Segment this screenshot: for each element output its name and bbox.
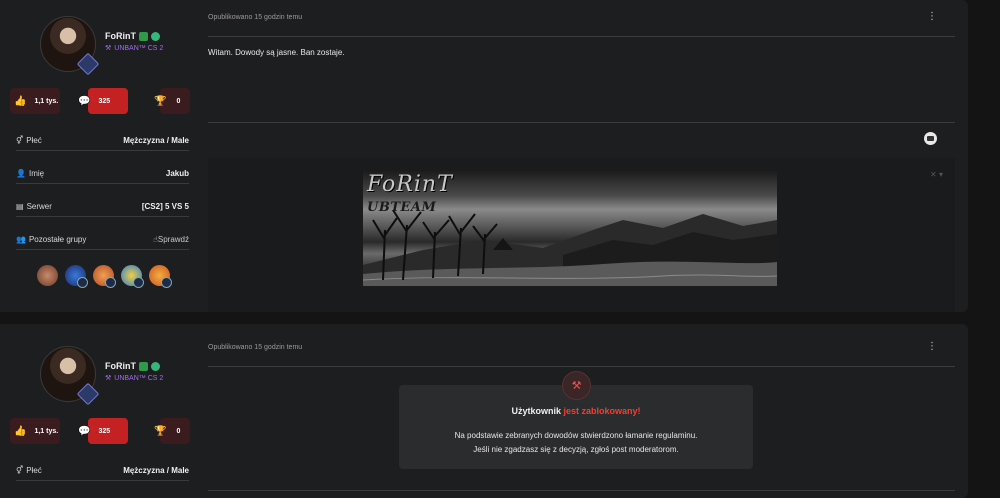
more-options-icon[interactable]: ⋮	[927, 342, 937, 352]
achievement-badge[interactable]	[93, 265, 116, 288]
group-name: UNBAN™ CS 2	[114, 374, 164, 382]
author-sidebar: FoRinT ⚒ UNBAN™ CS 2 👍 1,1 tys. 💬 325 🏆 …	[0, 324, 196, 498]
divider	[208, 366, 955, 367]
trophy-count: 0	[176, 427, 181, 435]
close-signature-icon[interactable]: ✕ ▾	[930, 170, 943, 179]
check-groups-label[interactable]: Sprawdź	[158, 235, 189, 244]
ban-title: Użytkownik jest zablokowany!	[399, 406, 753, 416]
trophy-stat[interactable]: 🏆 0	[154, 88, 190, 114]
server-icon: ▤	[16, 201, 24, 211]
gender-icon: ⚥	[16, 135, 24, 145]
likes-count: 1,1 tys.	[34, 97, 59, 105]
hammer-icon: ⚒	[105, 375, 112, 382]
signature: ✕ ▾ FoRinT UBTEAM	[208, 158, 955, 312]
post: FoRinT ⚒ UNBAN™ CS 2 👍 1,1 tys. 💬 325 🏆 …	[0, 0, 968, 312]
gender-icon: ⚥	[16, 465, 24, 475]
profile-field-groups: 👥 Pozostałe grupy ☝Sprawdź	[16, 229, 189, 250]
comments-icon: 💬	[78, 425, 91, 437]
field-value: [CS2] 5 VS 5	[141, 201, 189, 211]
ban-appeal-info: Jeśli nie zgadzasz się z decyzją, zgłoś …	[473, 445, 679, 454]
verified-icon	[151, 361, 160, 371]
likes-stat[interactable]: 👍 1,1 tys.	[10, 418, 60, 444]
comments-icon: 💬	[78, 95, 91, 107]
profile-field-name: 👤 Imię Jakub	[16, 163, 189, 184]
profile-field-gender: ⚥ Płeć Mężczyzna / Male	[16, 460, 189, 481]
field-label: Serwer	[26, 201, 52, 211]
post-content: Opublikowano 15 godzin temu ⋮ Witam. Dow…	[208, 0, 955, 312]
gavel-icon: ⚒	[562, 371, 591, 400]
signature-title: FoRinT	[367, 172, 453, 197]
posts-stat[interactable]: 💬 325	[78, 88, 128, 114]
author-sidebar: FoRinT ⚒ UNBAN™ CS 2 👍 1,1 tys. 💬 325 🏆 …	[0, 0, 196, 312]
username[interactable]: FoRinT	[105, 31, 136, 41]
check-groups-link[interactable]: ☝Sprawdź	[153, 235, 189, 244]
field-value: Mężczyzna / Male	[123, 465, 189, 475]
field-value: Mężczyzna / Male	[123, 135, 189, 145]
scrollbar-track[interactable]	[974, 0, 1000, 498]
person-icon: 👤	[16, 168, 26, 178]
post-timestamp[interactable]: Opublikowano 15 godzin temu	[208, 344, 302, 351]
group-name: UNBAN™ CS 2	[114, 44, 164, 52]
ban-notice: ⚒ Użytkownik jest zablokowany! Na podsta…	[399, 371, 753, 469]
palm-icon	[139, 361, 148, 371]
ban-reason: Na podstawie zebranych dowodów stwierdzo…	[454, 431, 698, 440]
field-label: Pozostałe grupy	[28, 234, 87, 244]
palm-icon	[139, 31, 148, 41]
user-group: ⚒ UNBAN™ CS 2	[105, 44, 164, 53]
divider	[208, 122, 955, 123]
post: FoRinT ⚒ UNBAN™ CS 2 👍 1,1 tys. 💬 325 🏆 …	[0, 324, 968, 498]
profile-field-gender: ⚥ Płeć Mężczyzna / Male	[16, 130, 189, 151]
verified-icon	[151, 31, 160, 41]
posts-stat[interactable]: 💬 325	[78, 418, 128, 444]
achievement-badges	[37, 265, 172, 288]
divider	[208, 36, 955, 37]
trophy-icon: 🏆	[154, 425, 167, 437]
trophy-stat[interactable]: 🏆 0	[154, 418, 190, 444]
divider	[208, 490, 955, 491]
hammer-icon: ⚒	[105, 45, 112, 52]
field-label: Płeć	[26, 465, 42, 475]
group-icon: 👥	[16, 234, 26, 244]
user-group: ⚒ UNBAN™ CS 2	[105, 374, 164, 383]
post-message: Witam. Dowody są jasne. Ban zostaje.	[208, 48, 345, 57]
posts-count: 325	[98, 97, 111, 105]
username[interactable]: FoRinT	[105, 361, 136, 371]
thumbs-up-icon: 👍	[14, 425, 27, 437]
reaction-icon[interactable]	[924, 132, 937, 145]
achievement-badge[interactable]	[65, 265, 88, 288]
ban-title-prefix: Użytkownik	[511, 406, 564, 416]
trophy-icon: 🏆	[154, 95, 167, 107]
likes-stat[interactable]: 👍 1,1 tys.	[10, 88, 60, 114]
thumbs-up-icon: 👍	[14, 95, 27, 107]
field-label: Imię	[28, 168, 45, 178]
profile-field-server: ▤ Serwer [CS2] 5 VS 5	[16, 196, 189, 217]
achievement-badge[interactable]	[149, 265, 172, 288]
avatar-wrap[interactable]	[40, 346, 100, 406]
more-options-icon[interactable]: ⋮	[927, 12, 937, 22]
post-timestamp[interactable]: Opublikowano 15 godzin temu	[208, 14, 302, 21]
username-link[interactable]: FoRinT	[105, 31, 160, 41]
ban-title-highlight: jest zablokowany!	[563, 406, 641, 416]
field-label: Płeć	[26, 135, 42, 145]
achievement-badge[interactable]	[121, 265, 144, 288]
signature-subtitle: UBTEAM	[367, 200, 437, 215]
username-link[interactable]: FoRinT	[105, 361, 160, 371]
post-content: Opublikowano 15 godzin temu ⋮ ⚒ Użytkown…	[208, 324, 955, 498]
signature-banner: FoRinT UBTEAM	[363, 170, 777, 286]
likes-count: 1,1 tys.	[34, 427, 59, 435]
achievement-badge[interactable]	[37, 265, 58, 286]
user-stats: 👍 1,1 tys. 💬 325 🏆 0	[10, 418, 190, 444]
trophy-count: 0	[176, 97, 181, 105]
posts-count: 325	[98, 427, 111, 435]
avatar-wrap[interactable]	[40, 16, 100, 76]
field-value: Jakub	[165, 168, 189, 178]
user-stats: 👍 1,1 tys. 💬 325 🏆 0	[10, 88, 190, 114]
